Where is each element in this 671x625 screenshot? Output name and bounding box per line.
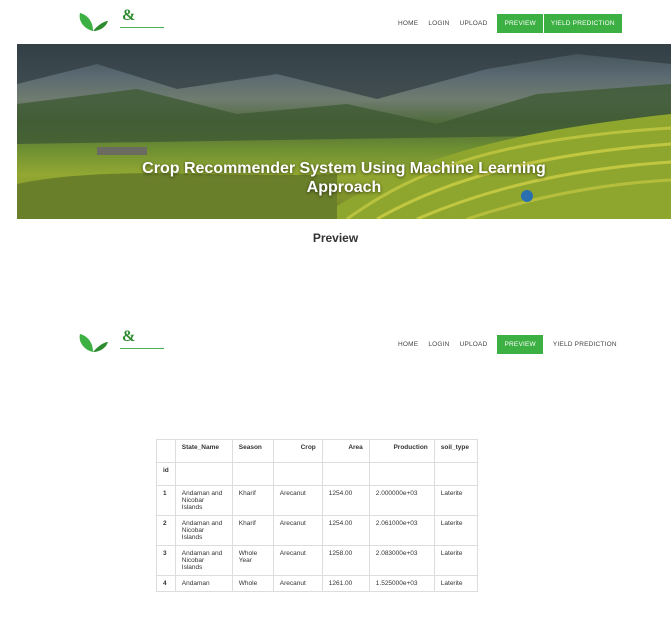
empty-cell bbox=[272, 462, 323, 486]
cell-state: Andaman and Nicobar Islands bbox=[174, 545, 233, 576]
table-header-row: State_Name Season Crop Area Production s… bbox=[156, 439, 478, 463]
embedded-navbar: & HOME LOGIN UPLOAD PREVIEW YIELD PREDIC… bbox=[0, 328, 671, 360]
table-row: 1 Andaman and Nicobar Islands Kharif Are… bbox=[156, 485, 478, 516]
col-header-area: Area bbox=[321, 439, 370, 463]
cell-area: 1254.00 bbox=[321, 515, 370, 546]
cell-crop: Arecanut bbox=[272, 545, 323, 576]
col-header-season: Season bbox=[231, 439, 274, 463]
cell-season: Whole bbox=[231, 575, 274, 592]
cell-production: 2.083000e+03 bbox=[368, 545, 435, 576]
table-row: 4 Andaman Whole Arecanut 1261.00 1.52500… bbox=[156, 575, 478, 592]
cell-area: 1254.00 bbox=[321, 485, 370, 516]
page-title: Preview bbox=[312, 231, 359, 245]
nav-preview[interactable]: PREVIEW bbox=[497, 14, 543, 33]
table-row: 3 Andaman and Nicobar Islands Whole Year… bbox=[156, 545, 478, 576]
cell-id: 4 bbox=[156, 575, 176, 592]
cell-id: 1 bbox=[156, 485, 176, 516]
logo-underline bbox=[120, 27, 164, 28]
cell-production: 2.000000e+03 bbox=[368, 485, 435, 516]
cell-area: 1258.00 bbox=[321, 545, 370, 576]
cell-production: 1.525000e+03 bbox=[368, 575, 435, 592]
empty-cell bbox=[231, 462, 274, 486]
col-header-crop: Crop bbox=[272, 439, 323, 463]
cell-production: 2.061000e+03 bbox=[368, 515, 435, 546]
cell-season: Kharif bbox=[231, 515, 274, 546]
nav-home[interactable]: HOME bbox=[398, 341, 418, 348]
nav-preview[interactable]: PREVIEW bbox=[497, 335, 543, 354]
table-row: 2 Andaman and Nicobar Islands Kharif Are… bbox=[156, 515, 478, 546]
site-logo[interactable]: & bbox=[76, 7, 166, 39]
logo-letter: & bbox=[122, 328, 136, 345]
hero-banner: Crop Recommender System Using Machine Le… bbox=[17, 44, 671, 219]
nav-home[interactable]: HOME bbox=[398, 20, 418, 27]
nav-login[interactable]: LOGIN bbox=[428, 341, 449, 348]
nav-upload[interactable]: UPLOAD bbox=[460, 20, 488, 27]
empty-cell bbox=[433, 462, 478, 486]
data-table: State_Name Season Crop Area Production s… bbox=[156, 439, 478, 592]
cell-season: Whole Year bbox=[231, 545, 274, 576]
col-header-production: Production bbox=[368, 439, 435, 463]
hero-title-line1: Crop Recommender System Using Machine Le… bbox=[142, 160, 546, 177]
empty-cell bbox=[321, 462, 370, 486]
col-header-soil: soil_type bbox=[433, 439, 478, 463]
empty-cell bbox=[174, 462, 233, 486]
empty-cell bbox=[368, 462, 435, 486]
cell-soil: Laterite bbox=[433, 545, 478, 576]
hero-title: Crop Recommender System Using Machine Le… bbox=[17, 159, 671, 197]
nav-yield-prediction[interactable]: YIELD PREDICTION bbox=[553, 341, 617, 348]
nav-login[interactable]: LOGIN bbox=[428, 20, 449, 27]
index-label: id bbox=[156, 462, 176, 486]
cell-season: Kharif bbox=[231, 485, 274, 516]
main-menu: HOME LOGIN UPLOAD PREVIEW YIELD PREDICTI… bbox=[398, 14, 622, 33]
col-header-index bbox=[156, 439, 176, 463]
leaf-icon bbox=[79, 13, 108, 31]
cell-crop: Arecanut bbox=[272, 485, 323, 516]
cell-state: Andaman bbox=[174, 575, 233, 592]
embedded-logo[interactable]: & bbox=[76, 328, 166, 360]
nav-yield-prediction[interactable]: YIELD PREDICTION bbox=[543, 14, 622, 33]
cell-area: 1261.00 bbox=[321, 575, 370, 592]
cell-id: 3 bbox=[156, 545, 176, 576]
cell-state: Andaman and Nicobar Islands bbox=[174, 515, 233, 546]
top-navbar: & HOME LOGIN UPLOAD PREVIEW YIELD PREDIC… bbox=[0, 7, 671, 39]
cell-crop: Arecanut bbox=[272, 515, 323, 546]
cell-state: Andaman and Nicobar Islands bbox=[174, 485, 233, 516]
hero-title-line2: Approach bbox=[306, 179, 382, 196]
logo-underline bbox=[120, 348, 164, 349]
logo-letter: & bbox=[122, 7, 136, 24]
cell-soil: Laterite bbox=[433, 575, 478, 592]
col-header-state: State_Name bbox=[174, 439, 233, 463]
nav-upload[interactable]: UPLOAD bbox=[460, 341, 488, 348]
cell-soil: Laterite bbox=[433, 485, 478, 516]
cell-soil: Laterite bbox=[433, 515, 478, 546]
cell-crop: Arecanut bbox=[272, 575, 323, 592]
table-index-row: id bbox=[156, 462, 478, 486]
leaf-icon bbox=[79, 334, 108, 352]
embedded-menu: HOME LOGIN UPLOAD PREVIEW YIELD PREDICTI… bbox=[398, 335, 627, 354]
cell-id: 2 bbox=[156, 515, 176, 546]
